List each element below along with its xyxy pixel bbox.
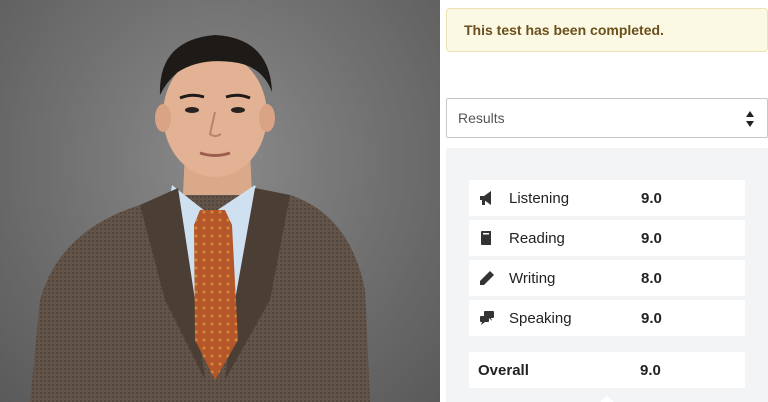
pencil-icon bbox=[478, 269, 496, 287]
overall-row: Overall 9.0 bbox=[469, 352, 745, 388]
results-select[interactable]: Results bbox=[446, 98, 768, 138]
score-label: Writing bbox=[509, 269, 556, 287]
score-label: Speaking bbox=[509, 309, 572, 327]
score-row-writing: Writing 8.0 bbox=[469, 260, 745, 296]
book-icon bbox=[478, 229, 496, 247]
score-value: 9.0 bbox=[641, 189, 662, 207]
score-row-reading: Reading 9.0 bbox=[469, 220, 745, 256]
score-row-listening: Listening 9.0 bbox=[469, 180, 745, 216]
overall-score: 9.0 bbox=[640, 361, 661, 379]
score-value: 8.0 bbox=[641, 269, 662, 287]
score-row-speaking: Speaking 9.0 bbox=[469, 300, 745, 336]
score-value: 9.0 bbox=[641, 229, 662, 247]
score-value: 9.0 bbox=[641, 309, 662, 327]
test-completed-alert: This test has been completed. bbox=[446, 8, 768, 52]
sort-arrows-icon bbox=[746, 111, 754, 127]
alert-text: This test has been completed. bbox=[464, 22, 664, 38]
megaphone-icon bbox=[478, 189, 496, 207]
scores-area: Listening 9.0 Reading 9.0 Writing 8.0 Sp… bbox=[446, 148, 768, 402]
score-label: Listening bbox=[509, 189, 570, 207]
portrait-photo bbox=[0, 0, 440, 402]
portrait-illustration bbox=[30, 35, 370, 402]
pointer-caret bbox=[598, 396, 616, 402]
speech-bubbles-icon bbox=[478, 309, 496, 327]
results-select-value: Results bbox=[458, 110, 505, 126]
overall-label: Overall bbox=[478, 361, 529, 379]
score-label: Reading bbox=[509, 229, 565, 247]
results-panel: This test has been completed. Results Li… bbox=[440, 0, 768, 402]
